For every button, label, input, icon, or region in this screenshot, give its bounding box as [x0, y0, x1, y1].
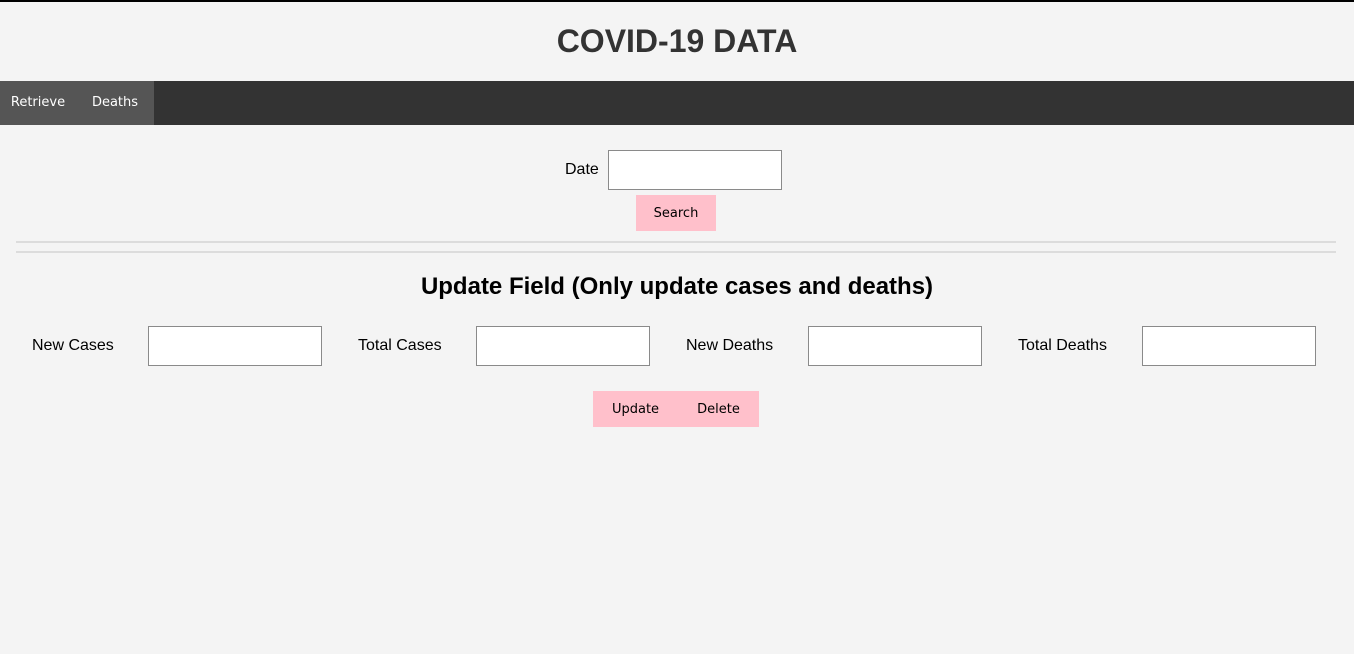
update-button[interactable]: Update [593, 391, 678, 427]
total-cases-label: Total Cases [358, 337, 442, 354]
date-label: Date [565, 161, 599, 178]
new-deaths-label: New Deaths [686, 337, 774, 354]
page-title: COVID-19 DATA [556, 23, 798, 59]
total-deaths-input[interactable] [1142, 326, 1316, 366]
delete-button[interactable]: Delete [678, 391, 759, 427]
navbar: Retrieve Deaths [0, 81, 1354, 125]
total-deaths-label: Total Deaths [1018, 337, 1107, 354]
total-cases-input[interactable] [476, 326, 650, 366]
divider [16, 251, 1336, 253]
date-input[interactable] [608, 150, 782, 190]
divider [16, 241, 1336, 243]
new-cases-input[interactable] [148, 326, 322, 366]
update-heading: Update Field (Only update cases and deat… [420, 273, 934, 300]
new-deaths-input[interactable] [808, 326, 982, 366]
top-border [0, 0, 1354, 2]
nav-item-retrieve[interactable]: Retrieve [0, 81, 76, 125]
new-cases-label: New Cases [32, 337, 114, 354]
nav-item-deaths[interactable]: Deaths [76, 81, 154, 125]
search-button[interactable]: Search [636, 195, 716, 231]
